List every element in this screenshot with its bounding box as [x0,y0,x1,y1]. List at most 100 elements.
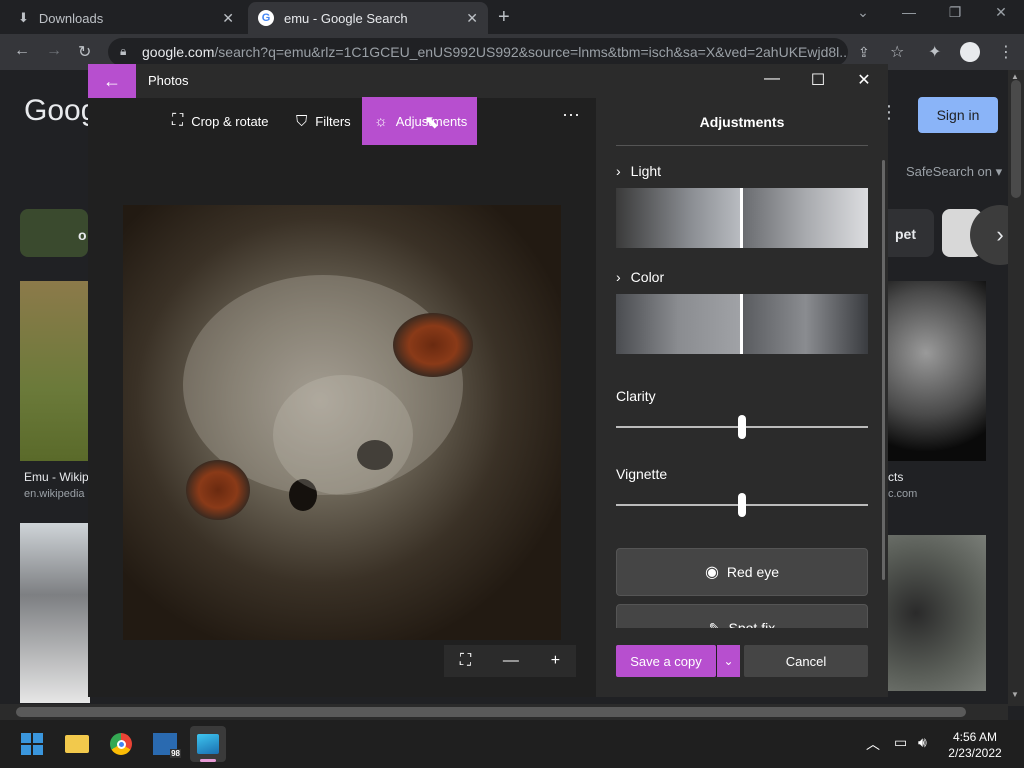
chevron-up-icon[interactable]: ︿ [866,734,880,754]
light-label: Light [630,163,662,179]
app-title: Photos [148,73,189,88]
url-host: google.com [142,44,215,60]
horizontal-scroll-thumb[interactable] [16,707,966,717]
forward-icon[interactable]: → [46,42,62,60]
color-preview-strip[interactable] [616,294,868,354]
result-title-2[interactable]: cts [888,470,903,484]
panel-divider [616,145,868,146]
photos-maximize-button[interactable]: ☐ [798,70,838,90]
tab-label: emu - Google Search [284,10,408,26]
download-icon: ⬇ [18,10,29,25]
spot-fix-button[interactable]: ✎ Spot fix [616,604,868,628]
result-image-1[interactable] [20,281,90,461]
menu-icon[interactable]: ⋮ [998,42,1014,62]
address-bar[interactable]: 🔒︎ google.com/search?q=emu&rlz=1C1GCEU_e… [108,38,848,66]
vignette-slider[interactable] [616,493,868,517]
chevron-right-icon: › [616,163,621,179]
volume-icon[interactable]: 🔊︎ [918,734,927,751]
zoom-out-icon[interactable]: — [503,652,519,670]
scroll-down-icon[interactable]: ▼ [1011,690,1019,699]
photos-minimize-button[interactable]: — [752,70,792,88]
star-icon[interactable]: ☆ [890,42,904,62]
more-options-icon[interactable]: ··· [562,104,580,125]
extensions-icon[interactable]: ✦ [928,42,941,62]
light-preview-strip[interactable] [616,188,868,248]
google-logo[interactable]: Goog [24,94,97,128]
eye-icon: ◉ [704,564,719,581]
result-image-2[interactable] [886,281,986,461]
result-title-1[interactable]: Emu - Wikip [24,470,89,484]
clarity-slider-knob[interactable] [738,415,746,439]
back-button[interactable]: ← [88,64,136,98]
crop-rotate-button[interactable]: ⛶ Crop & rotate [160,97,281,145]
result-image-3[interactable] [20,523,90,703]
tab-downloads[interactable]: ⬇ Downloads ✕ [8,2,244,34]
result-source-1: en.wikipedia [24,488,85,500]
emu-photo-graphic [123,205,561,640]
spot-fix-icon: ✎ [708,619,721,629]
clarity-label: Clarity [616,388,656,404]
chrome-taskbar-button[interactable] [103,726,139,762]
photos-taskbar-button[interactable] [190,726,226,762]
active-app-indicator [200,759,216,762]
cursor-icon: ⬉ [424,112,440,132]
red-eye-button[interactable]: ◉ Red eye [616,548,868,596]
windows-icon [21,733,43,755]
spot-fix-label: Spot fix [728,620,776,628]
restore-button[interactable]: ❐ [932,4,978,21]
vignette-label: Vignette [616,466,668,482]
taskbar-clock[interactable]: 4:56 AM 2/23/2022 [930,729,1020,761]
adjustments-button[interactable]: ☼ Adjustments [362,97,477,145]
clarity-slider[interactable] [616,415,868,439]
share-icon[interactable]: ⇪ [858,44,870,61]
photos-icon [197,734,219,754]
file-explorer-button[interactable] [59,726,95,762]
vignette-slider-knob[interactable] [738,493,746,517]
clock-time: 4:56 AM [952,730,998,744]
safesearch-toggle[interactable]: SafeSearch on ▾ [906,164,1002,180]
color-section-toggle[interactable]: › Color [616,269,664,285]
profile-icon[interactable] [960,42,980,62]
vertical-scroll-thumb[interactable] [1011,80,1021,198]
network-icon[interactable]: ▭ [894,734,907,751]
folder-icon [65,735,89,753]
minimize-button[interactable]: — [886,4,932,20]
app-98-icon: 98 [153,733,181,758]
photos-close-button[interactable]: ✕ [844,70,884,90]
panel-title: Adjustments [699,114,785,130]
result-source-2: c.com [888,488,918,500]
zoom-in-icon[interactable]: + [551,652,560,670]
crop-label: Crop & rotate [191,113,269,129]
panel-scrollbar[interactable] [882,160,885,580]
chrome-icon [110,733,132,755]
back-icon[interactable]: ← [14,42,30,60]
app-98-button[interactable]: 98 [147,726,183,762]
close-window-button[interactable]: ✕ [978,4,1024,21]
save-copy-button[interactable]: Save a copy [616,645,716,677]
reload-icon[interactable]: ↻ [78,42,91,62]
close-icon[interactable]: ✕ [466,10,478,27]
app-98-badge: 98 [170,749,181,758]
save-options-dropdown[interactable]: ⌄ [716,645,740,677]
url-path: /search?q=emu&rlz=1C1GCEU_enUS992US992&s… [214,44,848,60]
tab-emu-search[interactable]: G emu - Google Search ✕ [248,2,488,34]
sign-in-button[interactable]: Sign in [918,97,998,133]
filters-button[interactable]: ⛉ Filters [284,97,363,145]
close-icon[interactable]: ✕ [222,10,234,27]
result-image-4[interactable] [886,535,986,691]
light-section-toggle[interactable]: › Light [616,163,661,179]
filter-chip-label: o [78,227,87,243]
chevron-right-icon: › [616,269,621,285]
emu-photo[interactable] [123,205,561,640]
safesearch-label: SafeSearch on [906,164,993,179]
new-tab-button[interactable]: + [498,6,510,29]
filter-chip-pet-label: pet [895,226,916,242]
scroll-up-icon[interactable]: ▲ [1011,72,1019,81]
start-button[interactable] [14,726,50,762]
filters-label: Filters [315,113,351,129]
tab-search-icon[interactable]: ⌄ [840,4,886,21]
sun-icon: ☼ [374,112,388,130]
fit-screen-icon[interactable]: ⛶ [460,652,471,670]
cancel-button[interactable]: Cancel [744,645,868,677]
google-icon: G [258,10,274,26]
